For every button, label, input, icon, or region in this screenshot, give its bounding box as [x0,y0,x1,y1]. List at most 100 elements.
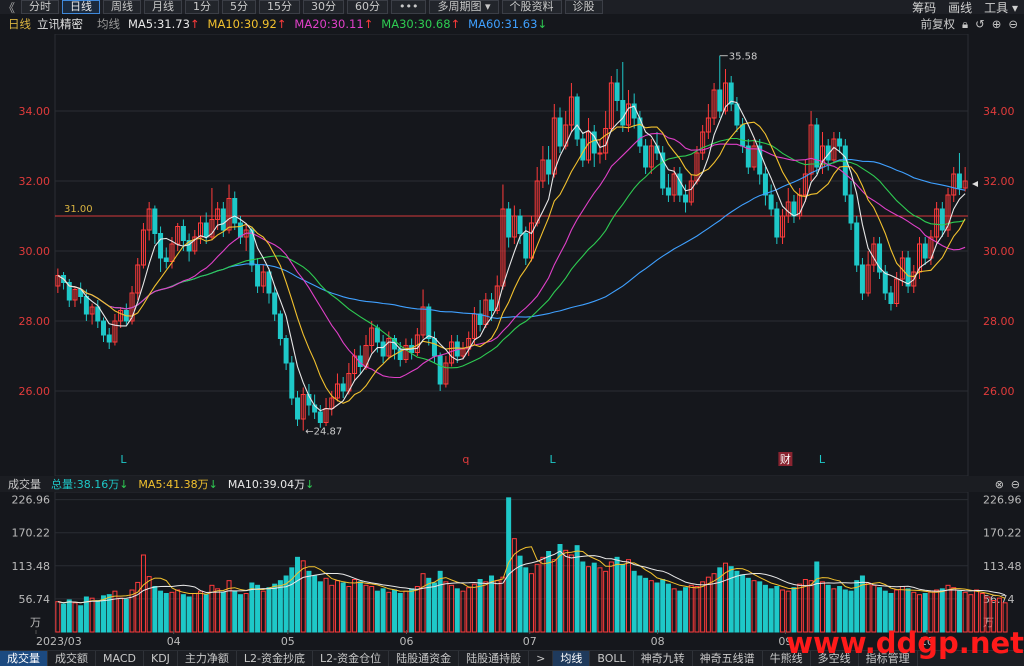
current-price-pointer [972,181,978,187]
period-label: 日线 [8,17,31,31]
period-tab[interactable]: 诊股 [564,0,603,14]
y-tick-label-left: 30.00 [19,245,51,258]
volume-bar [608,561,614,633]
ma-indicator-label[interactable]: 均线 [97,16,120,32]
zoom-out-icon[interactable]: ⊖ [1008,17,1018,31]
volume-tick-label-left: 226.96 [12,494,51,507]
volume-bar [774,586,780,633]
period-tab[interactable]: 周线 [103,0,141,14]
volume-bar [346,586,352,633]
volume-unit-left: 万 [30,616,41,629]
close-panel-icon[interactable]: ⊗ [995,478,1004,491]
ma-info-bar: 日线 立讯精密 均线 MA5:31.73↑ MA10:30.92↑ MA20:30.… [0,14,1024,34]
indicator-tab[interactable]: 均线 [553,651,591,666]
low-price-label: ←24.87 [305,427,342,438]
volume-bar [66,599,72,633]
volume-tick-label-left: 113.48 [12,560,51,573]
volume-bar [654,582,660,633]
event-marker: L [120,453,127,466]
volume-bar [169,591,175,633]
candle-body [437,355,443,385]
candle-body [283,338,289,364]
indicator-tab[interactable]: BOLL [590,651,634,666]
volume-bar [825,584,831,633]
ma-value: MA20:30.11↑ [294,17,374,31]
volume-bar [477,579,483,633]
volume-bar [220,591,226,633]
volume-bar [266,587,272,633]
volume-bar [471,583,477,633]
period-tab[interactable]: 月线 [144,0,182,14]
volume-bar [403,590,409,633]
indicator-tab[interactable]: 成交量 [0,651,48,666]
candle-body [854,222,860,266]
ma-value: MA10:30.92↑ [207,17,287,31]
candle-body [101,320,107,336]
adjust-mode-label[interactable]: 前复权 [920,16,955,32]
candle-body [546,159,552,175]
volume-bar [568,554,574,633]
period-tab[interactable]: ••• [391,0,427,14]
candle-body [848,194,854,224]
indicator-tab[interactable]: MACD [96,651,144,666]
indicator-tab[interactable]: L2-资金仓位 [313,651,390,666]
volume-bar [72,602,78,633]
volume-bar [489,575,495,633]
candle-body [842,145,848,196]
volume-bar [186,596,192,633]
volume-bar [95,600,101,633]
volume-tick-label-right: 170.22 [983,527,1022,540]
zoom-out-volume-icon[interactable]: ⊖ [1011,478,1020,491]
indicator-tab[interactable]: > [529,651,554,666]
price-chart[interactable]: 34.00 34.00 32.00 32.00 30.00 30.00 28.00 28.00… [0,34,1024,476]
indicator-tab[interactable]: 神奇五线谱 [693,651,763,666]
volume-bar [203,594,209,633]
volume-total: 总量:38.16万↓ [51,478,129,491]
lock-icon[interactable]: 🔒︎ [962,17,968,32]
indicator-tab[interactable]: 成交额 [48,651,96,666]
indicator-tab[interactable]: KDJ [144,651,178,666]
candle-body [643,145,649,168]
period-tab[interactable]: 个股资料 [501,0,562,14]
indicator-tab[interactable]: 主力净额 [178,651,237,666]
period-tab[interactable]: 15分 [259,0,300,14]
period-tab[interactable]: 分时 [21,0,59,14]
volume-bar [534,563,540,633]
volume-bar [500,576,506,633]
period-tab[interactable]: 30分 [303,0,344,14]
reference-line-label: 31.00 [64,204,93,215]
zoom-in-icon[interactable]: ⊕ [992,17,1002,31]
volume-bar [745,577,751,633]
candle-body [374,327,380,343]
volume-bar [808,580,814,633]
volume-bar [580,561,586,633]
period-tab[interactable]: 多周期图 ▾ [429,0,499,14]
volume-bar [312,575,318,633]
indicator-tab[interactable]: 陆股通资金 [389,651,460,666]
period-tab[interactable]: 5分 [222,0,256,14]
undo-icon[interactable]: ↺ [975,17,985,31]
period-tab[interactable]: 日线 [62,0,100,14]
y-tick-label-right: 28.00 [983,315,1015,328]
volume-bar [306,570,312,633]
volume-bar [757,581,763,633]
period-tab[interactable]: 60分 [347,0,388,14]
volume-bar [397,593,403,633]
volume-bar [597,567,603,633]
period-tab[interactable]: 1分 [185,0,219,14]
candle-body [289,362,295,399]
volume-bar [118,597,124,633]
volume-bar [643,577,649,633]
indicator-tab[interactable]: 陆股通持股 [459,651,530,666]
candle-body [380,341,386,357]
high-price-label: 35.58 [729,52,758,63]
y-tick-label-left: 26.00 [19,385,51,398]
indicator-tab[interactable]: L2-资金抄底 [237,651,314,666]
volume-bar [215,588,221,633]
volume-bar [625,559,631,633]
volume-bar [517,555,523,633]
event-marker: q [462,453,469,466]
indicator-tab[interactable]: 神奇九转 [634,651,693,666]
x-tick-label: 06 [400,635,414,648]
y-tick-label-right: 26.00 [983,385,1015,398]
